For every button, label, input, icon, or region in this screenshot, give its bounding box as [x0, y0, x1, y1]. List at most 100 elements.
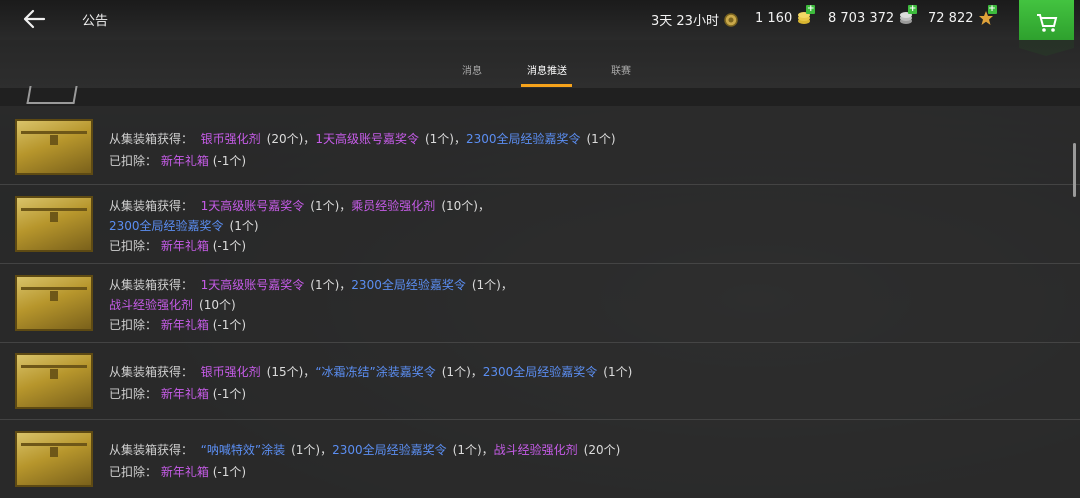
container-chest-icon	[15, 119, 93, 175]
item-count: (1个)	[603, 365, 633, 379]
obtained-label: 从集装箱获得：	[109, 443, 194, 457]
item-count: (1个)，	[310, 199, 352, 213]
back-arrow-icon	[23, 9, 46, 29]
scrollbar[interactable]	[1073, 143, 1076, 197]
container-chest-icon	[15, 353, 93, 409]
premium-timer[interactable]: 3天 23小时	[651, 10, 739, 29]
gold-value: 1 160	[755, 10, 793, 26]
obtained-items: “呐喊特效”涂装 (1个)，2300全局经验嘉奖令 (1个)，战斗经验强化剂 (20个…	[201, 443, 621, 457]
list-item[interactable]: 从集装箱获得： 银币强化剂 (15个)，“冰霜冻结”涂装嘉奖令 (1个)，2300全…	[0, 343, 1080, 420]
obtained-label: 从集装箱获得：	[109, 278, 194, 292]
item-name: 乘员经验强化剂	[351, 199, 436, 213]
list-item[interactable]: 从集装箱获得： 1天高级账号嘉奖令 (1个)，2300全局经验嘉奖令 (1个)， 战…	[0, 264, 1080, 343]
list-item[interactable]: 从集装箱获得： 银币强化剂 (20个)，1天高级账号嘉奖令 (1个)，2300全局经…	[0, 106, 1080, 185]
item-name: “冰霜冻结”涂装嘉奖令	[315, 365, 436, 379]
silver-value: 8 703 372	[828, 10, 895, 26]
removed-label: 已扣除：	[109, 154, 158, 168]
removed-line: 已扣除： 新年礼箱 (-1个)	[109, 316, 246, 333]
container-chest-icon	[15, 196, 93, 252]
container-chest-icon	[15, 275, 93, 331]
item-count: (1个)，	[452, 443, 494, 457]
item-name: 1天高级账号嘉奖令	[200, 199, 305, 213]
xp-value: 72 822	[928, 10, 974, 26]
shopping-cart-icon	[1037, 14, 1058, 32]
obtained-line-continued: 战斗经验强化剂 (10个)	[109, 296, 236, 313]
removed-count: (-1个)	[212, 239, 247, 253]
tab-league[interactable]: 联赛	[611, 62, 631, 77]
removed-label: 已扣除：	[109, 239, 158, 253]
removed-count: (-1个)	[212, 318, 247, 332]
xp-star-icon: +	[978, 5, 997, 26]
tab-bar: 消息 消息推送 联赛	[0, 40, 1080, 88]
partial-item-icon	[26, 86, 78, 104]
obtained-line: 从集装箱获得： 1天高级账号嘉奖令 (1个)，2300全局经验嘉奖令 (1个)，	[109, 276, 513, 293]
obtained-items: 战斗经验强化剂 (10个)	[109, 298, 236, 312]
obtained-line: 从集装箱获得： 1天高级账号嘉奖令 (1个)，乘员经验强化剂 (10个)，	[109, 197, 490, 214]
removed-item: 新年礼箱	[160, 318, 209, 332]
container-chest-icon	[15, 431, 93, 487]
item-count: (1个)，	[441, 365, 483, 379]
removed-label: 已扣除：	[109, 318, 158, 332]
obtained-label: 从集装箱获得：	[109, 132, 194, 146]
item-name: 银币强化剂	[200, 365, 261, 379]
gold-balance[interactable]: 1 160 +	[755, 5, 816, 26]
top-bar: 公告 3天 23小时 1 160 + 8 703 372 + 72 822 +	[0, 0, 1080, 56]
item-count: (1个)，	[471, 278, 513, 292]
item-count: (10个)	[199, 298, 236, 312]
removed-line: 已扣除： 新年礼箱 (-1个)	[109, 152, 246, 169]
obtained-items: 银币强化剂 (20个)，1天高级账号嘉奖令 (1个)，2300全局经验嘉奖令 (1个)	[201, 132, 616, 146]
item-name: “呐喊特效”涂装	[200, 443, 286, 457]
item-name: 战斗经验强化剂	[493, 443, 578, 457]
removed-item: 新年礼箱	[160, 465, 209, 479]
add-gold-icon[interactable]: +	[806, 5, 816, 14]
item-name: 2300全局经验嘉奖令	[465, 132, 581, 146]
obtained-items: 1天高级账号嘉奖令 (1个)，乘员经验强化剂 (10个)，	[201, 199, 490, 213]
add-xp-icon[interactable]: +	[987, 5, 997, 14]
item-count: (20个)	[583, 443, 621, 457]
removed-line: 已扣除： 新年礼箱 (-1个)	[109, 237, 246, 254]
back-button[interactable]	[22, 8, 48, 30]
obtained-line: 从集装箱获得： “呐喊特效”涂装 (1个)，2300全局经验嘉奖令 (1个)，战斗经…	[109, 441, 620, 458]
removed-count: (-1个)	[212, 154, 247, 168]
obtained-line: 从集装箱获得： 银币强化剂 (15个)，“冰霜冻结”涂装嘉奖令 (1个)，2300全…	[109, 363, 632, 380]
removed-label: 已扣除：	[109, 387, 158, 401]
premium-timer-value: 3天 23小时	[651, 14, 719, 29]
item-name: 2300全局经验嘉奖令	[332, 443, 447, 457]
message-list[interactable]: 从集装箱获得： 银币强化剂 (20个)，1天高级账号嘉奖令 (1个)，2300全局经…	[0, 86, 1080, 498]
removed-line: 已扣除： 新年礼箱 (-1个)	[109, 463, 246, 480]
premium-medal-icon	[723, 12, 739, 28]
item-name: 战斗经验强化剂	[109, 298, 194, 312]
removed-item: 新年礼箱	[160, 154, 209, 168]
tab-messages[interactable]: 消息	[462, 62, 482, 77]
removed-item: 新年礼箱	[160, 239, 209, 253]
active-tab-indicator	[521, 84, 572, 87]
item-count: (15个)，	[266, 365, 316, 379]
removed-label: 已扣除：	[109, 465, 158, 479]
removed-count: (-1个)	[212, 465, 247, 479]
obtained-items: 银币强化剂 (15个)，“冰霜冻结”涂装嘉奖令 (1个)，2300全局经验嘉奖令 (1…	[201, 365, 633, 379]
item-count: (20个)，	[266, 132, 316, 146]
obtained-items: 2300全局经验嘉奖令 (1个)	[109, 219, 259, 233]
item-name: 1天高级账号嘉奖令	[315, 132, 419, 146]
removed-line: 已扣除： 新年礼箱 (-1个)	[109, 385, 246, 402]
item-name: 2300全局经验嘉奖令	[351, 278, 466, 292]
obtained-line: 从集装箱获得： 银币强化剂 (20个)，1天高级账号嘉奖令 (1个)，2300全局经…	[109, 130, 616, 147]
removed-count: (-1个)	[212, 387, 247, 401]
item-count: (1个)，	[424, 132, 466, 146]
item-count: (1个)	[229, 219, 259, 233]
gold-coins-icon: +	[796, 5, 816, 26]
obtained-items: 1天高级账号嘉奖令 (1个)，2300全局经验嘉奖令 (1个)，	[201, 278, 513, 292]
obtained-label: 从集装箱获得：	[109, 365, 194, 379]
list-item[interactable]: 从集装箱获得： “呐喊特效”涂装 (1个)，2300全局经验嘉奖令 (1个)，战斗经…	[0, 420, 1080, 498]
tab-push-messages[interactable]: 消息推送	[527, 62, 567, 77]
silver-balance[interactable]: 8 703 372 +	[828, 5, 918, 26]
page-title: 公告	[82, 14, 109, 29]
silver-coins-icon: +	[898, 5, 918, 26]
xp-balance[interactable]: 72 822 +	[928, 5, 997, 26]
obtained-line-continued: 2300全局经验嘉奖令 (1个)	[109, 217, 259, 234]
list-item[interactable]: 从集装箱获得： 1天高级账号嘉奖令 (1个)，乘员经验强化剂 (10个)， 2300…	[0, 185, 1080, 264]
removed-item: 新年礼箱	[160, 387, 209, 401]
add-silver-icon[interactable]: +	[908, 5, 918, 14]
item-name: 2300全局经验嘉奖令	[109, 219, 224, 233]
item-name: 1天高级账号嘉奖令	[200, 278, 305, 292]
